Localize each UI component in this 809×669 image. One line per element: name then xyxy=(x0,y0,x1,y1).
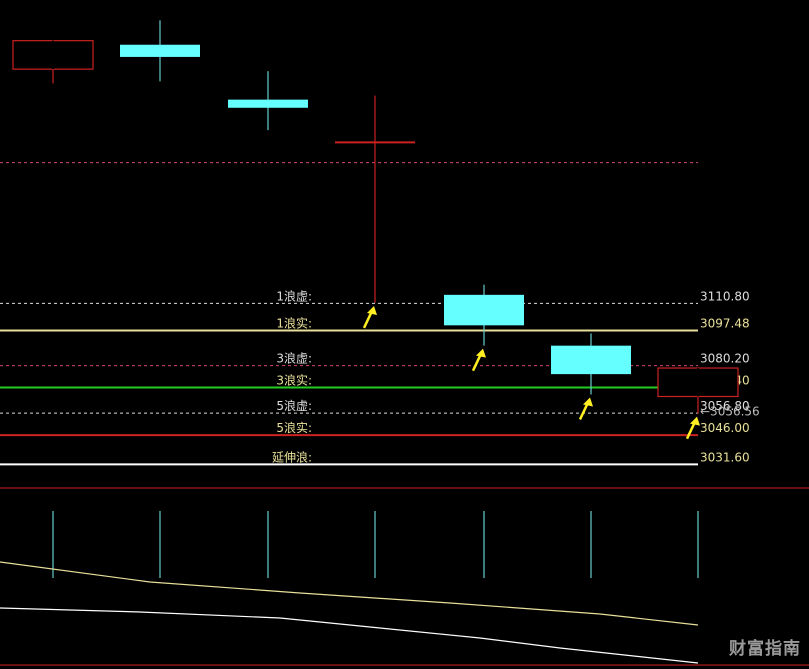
low-marker-label: ←3056.56 xyxy=(700,405,760,419)
level-value: 3110.80 xyxy=(700,289,750,303)
level-value: 3080.20 xyxy=(700,352,750,366)
arrows-layer xyxy=(362,305,700,440)
level-value: 3097.48 xyxy=(700,316,750,330)
candle-body xyxy=(228,99,308,108)
candle-body xyxy=(551,345,631,375)
indicator-panel xyxy=(0,487,809,666)
levels-layer: 1浪虚:3110.801浪实:3097.483浪虚:3080.203浪实:306… xyxy=(0,162,760,466)
candle-body xyxy=(120,44,200,57)
level-value: 3046.00 xyxy=(700,421,750,435)
arrow-head xyxy=(690,416,700,426)
indicator-line xyxy=(0,607,699,664)
level-label: 1浪虚: xyxy=(276,288,312,303)
level-label: 5浪虚: xyxy=(276,398,312,413)
level-label: 3浪虚: xyxy=(276,351,312,366)
arrow-head xyxy=(367,305,377,315)
arrow-head xyxy=(583,397,593,407)
level-value: 3031.60 xyxy=(700,450,750,464)
level-label: 3浪实: xyxy=(276,373,312,388)
level-label: 延伸浪: xyxy=(272,449,312,464)
candles-layer xyxy=(12,20,739,414)
watermark-logo: 财富指南 xyxy=(729,639,801,659)
arrow-head xyxy=(476,348,486,358)
level-label: 1浪实: xyxy=(276,315,312,330)
level-label: 5浪实: xyxy=(276,420,312,435)
yellow-arrow-icon xyxy=(471,348,486,372)
candle-body xyxy=(444,294,524,326)
yellow-arrow-icon xyxy=(362,305,377,329)
indicator-line xyxy=(0,561,699,626)
candlestick-chart: 1浪虚:3110.801浪实:3097.483浪虚:3080.203浪实:306… xyxy=(0,20,809,666)
yellow-arrow-icon xyxy=(578,397,593,421)
